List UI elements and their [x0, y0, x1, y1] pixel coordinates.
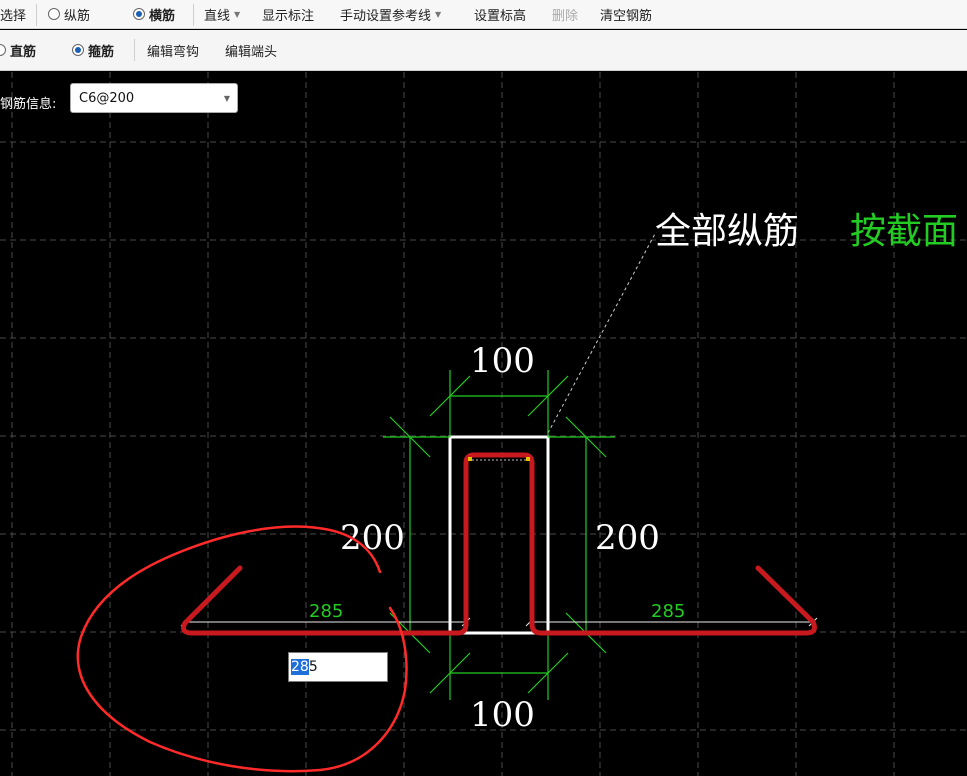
manual-reference-label: 手动设置参考线	[340, 8, 432, 24]
chevron-down-icon: ▼	[223, 94, 230, 103]
rebar-stirrup[interactable]	[181, 452, 817, 636]
chevron-down-icon: ▼	[435, 9, 442, 19]
dim-top-text: 100	[470, 341, 535, 381]
show-dimension-button[interactable]: 显示标注	[262, 0, 314, 28]
rebar-info-label: 钢筋信息:	[0, 97, 57, 112]
dim-bottom-text: 100	[470, 695, 535, 735]
select-button[interactable]: 选择	[0, 0, 26, 28]
annotation-by-section: 按截面	[850, 211, 958, 252]
set-elevation-label: 设置标高	[474, 8, 527, 24]
rebar-corner-marker	[526, 457, 530, 461]
dimension-lines	[383, 370, 615, 700]
selected-text: 28	[291, 659, 309, 675]
dim-left-leg-text[interactable]: 285	[309, 601, 343, 622]
dimension-edit-input[interactable]: 28 5	[288, 652, 388, 682]
stirrup-radio[interactable]: 箍筋	[72, 30, 114, 70]
hand-drawn-circle	[76, 525, 408, 773]
delete-label: 删除	[552, 8, 579, 24]
clear-rebar-button[interactable]: 清空钢筋	[600, 0, 652, 28]
dim-right-leg-text[interactable]: 285	[651, 601, 685, 622]
edit-end-label: 编辑端头	[225, 44, 278, 60]
toolbar-divider	[134, 39, 135, 61]
clear-rebar-label: 清空钢筋	[600, 8, 653, 24]
sub-toolbar: 直筋 箍筋 编辑弯钩 编辑端头	[0, 30, 967, 71]
line-label: 直线	[204, 8, 231, 24]
radio-off-icon	[48, 8, 60, 20]
rebar-corner-marker	[468, 457, 472, 461]
radio-on-icon	[133, 8, 145, 20]
rebar-info-value: C6@200	[79, 90, 135, 106]
unselected-text: 5	[308, 659, 318, 675]
radio-off-icon	[0, 44, 6, 56]
show-dimension-label: 显示标注	[262, 8, 315, 24]
grid-lines	[0, 72, 967, 776]
leg-dimension-lines	[180, 617, 818, 627]
select-label: 选择	[0, 8, 27, 24]
manual-reference-dropdown[interactable]: 手动设置参考线 ▼	[340, 0, 441, 28]
edit-end-button[interactable]: 编辑端头	[225, 30, 277, 70]
edit-hook-label: 编辑弯钩	[147, 44, 200, 60]
line-dropdown[interactable]: 直线 ▼	[204, 0, 240, 28]
drawing-canvas[interactable]: 全部纵筋 按截面 100 100 200 200 285 285	[0, 72, 967, 776]
rebar-info-select[interactable]: C6@200 ▼	[70, 83, 238, 113]
set-elevation-button[interactable]: 设置标高	[474, 0, 526, 28]
toolbar-divider	[36, 4, 37, 26]
transverse-radio[interactable]: 横筋	[133, 0, 175, 28]
delete-button[interactable]: 删除	[552, 0, 578, 28]
toolbar-divider	[193, 4, 194, 26]
straight-radio[interactable]: 直筋	[0, 30, 36, 70]
stirrup-label: 箍筋	[88, 44, 115, 60]
dim-right-text: 200	[595, 518, 660, 558]
longitudinal-radio[interactable]: 纵筋	[48, 0, 90, 28]
transverse-label: 横筋	[149, 8, 176, 24]
radio-on-icon	[72, 44, 84, 56]
leader-line	[547, 231, 657, 434]
chevron-down-icon: ▼	[234, 9, 241, 19]
longitudinal-label: 纵筋	[64, 8, 91, 24]
edit-hook-button[interactable]: 编辑弯钩	[147, 30, 199, 70]
straight-label: 直筋	[10, 44, 37, 60]
annotation-all-longitudinal: 全部纵筋	[655, 211, 799, 252]
top-toolbar: 选择 纵筋 横筋 直线 ▼ 显示标注 手动设置参考线 ▼ 设置标高 删除 清空钢…	[0, 0, 967, 29]
